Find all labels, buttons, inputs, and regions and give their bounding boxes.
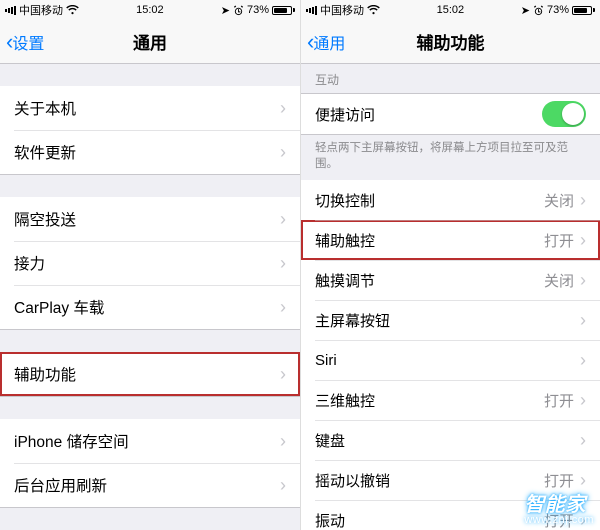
battery-pct: 73% xyxy=(547,4,569,16)
chevron-right-icon: › xyxy=(580,391,586,409)
battery-icon xyxy=(572,6,595,15)
battery-pct: 73% xyxy=(247,4,269,16)
cell-about[interactable]: 关于本机 › xyxy=(0,86,300,130)
back-label: 通用 xyxy=(313,30,345,54)
alarm-icon xyxy=(533,5,544,16)
nav-title: 通用 xyxy=(0,29,300,54)
carrier: 中国移动 xyxy=(320,2,364,18)
cell-switch-control[interactable]: 切换控制 关闭 › xyxy=(301,180,600,220)
chevron-right-icon: › xyxy=(580,351,586,369)
chevron-right-icon: › xyxy=(580,431,586,449)
chevron-right-icon: › xyxy=(280,432,286,450)
cell-software-update[interactable]: 软件更新 › xyxy=(0,130,300,174)
cell-accessibility[interactable]: 辅助功能 › xyxy=(0,352,300,396)
phone-left: 中国移动 15:02 ➤ 73% ‹ 设置 通用 关于本机 › xyxy=(0,0,300,530)
battery-icon xyxy=(272,6,295,15)
chevron-right-icon: › xyxy=(580,471,586,489)
cell-keyboard[interactable]: 键盘 › xyxy=(301,420,600,460)
cell-3d-touch[interactable]: 三维触控 打开 › xyxy=(301,380,600,420)
cell-vibration[interactable]: 振动 打开 › xyxy=(301,500,600,530)
status-bar: 中国移动 15:02 ➤ 73% xyxy=(0,0,300,20)
chevron-right-icon: › xyxy=(280,365,286,383)
chevron-right-icon: › xyxy=(280,476,286,494)
nav-title: 辅助功能 xyxy=(301,29,600,54)
chevron-right-icon: › xyxy=(580,271,586,289)
chevron-right-icon: › xyxy=(280,254,286,272)
back-button[interactable]: ‹ 设置 xyxy=(6,30,44,54)
carrier: 中国移动 xyxy=(19,2,63,18)
section-header-interaction: 互动 xyxy=(301,64,600,93)
status-time: 15:02 xyxy=(136,4,164,16)
chevron-right-icon: › xyxy=(280,143,286,161)
chevron-right-icon: › xyxy=(580,231,586,249)
content: 互动 便捷访问 轻点两下主屏幕按钮，将屏幕上方项目拉至可及范围。 切换控制 关闭… xyxy=(301,64,600,530)
cell-background-refresh[interactable]: 后台应用刷新 › xyxy=(0,463,300,507)
status-bar: 中国移动 15:02 ➤ 73% xyxy=(301,0,600,20)
toggle-switch[interactable] xyxy=(542,101,586,127)
cell-storage[interactable]: iPhone 储存空间 › xyxy=(0,419,300,463)
section-footer: 轻点两下主屏幕按钮，将屏幕上方项目拉至可及范围。 xyxy=(301,135,600,180)
back-button[interactable]: ‹ 通用 xyxy=(307,30,345,54)
cell-home-button[interactable]: 主屏幕按钮 › xyxy=(301,300,600,340)
alarm-icon xyxy=(233,5,244,16)
chevron-right-icon: › xyxy=(280,298,286,316)
signal-icon xyxy=(306,6,317,15)
group-interaction: 切换控制 关闭 › 辅助触控 打开 › 触摸调节 关闭 › 主屏幕按钮 › Si… xyxy=(301,180,600,530)
cell-airdrop[interactable]: 隔空投送 › xyxy=(0,197,300,241)
group-storage: iPhone 储存空间 › 后台应用刷新 › xyxy=(0,419,300,508)
cell-siri[interactable]: Siri › xyxy=(301,340,600,380)
group-about: 关于本机 › 软件更新 › xyxy=(0,86,300,175)
group-connectivity: 隔空投送 › 接力 › CarPlay 车载 › xyxy=(0,197,300,330)
locate-icon: ➤ xyxy=(221,4,230,17)
status-time: 15:02 xyxy=(437,4,465,16)
chevron-right-icon: › xyxy=(580,191,586,209)
back-label: 设置 xyxy=(12,30,44,54)
group-accessibility: 辅助功能 › xyxy=(0,352,300,397)
wifi-icon xyxy=(367,5,380,15)
chevron-right-icon: › xyxy=(580,511,586,529)
cell-carplay[interactable]: CarPlay 车载 › xyxy=(0,285,300,329)
nav-bar: ‹ 设置 通用 xyxy=(0,20,300,64)
content: 关于本机 › 软件更新 › 隔空投送 › 接力 › CarPlay 车载 › xyxy=(0,64,300,530)
chevron-right-icon: › xyxy=(280,210,286,228)
chevron-right-icon: › xyxy=(280,99,286,117)
cell-assistive-touch[interactable]: 辅助触控 打开 › xyxy=(301,220,600,260)
wifi-icon xyxy=(66,5,79,15)
cell-quick-access[interactable]: 便捷访问 xyxy=(301,94,600,134)
cell-handoff[interactable]: 接力 › xyxy=(0,241,300,285)
chevron-right-icon: › xyxy=(580,311,586,329)
locate-icon: ➤ xyxy=(521,4,530,17)
nav-bar: ‹ 通用 辅助功能 xyxy=(301,20,600,64)
phone-right: 中国移动 15:02 ➤ 73% ‹ 通用 辅助功能 互动 便捷访问 xyxy=(300,0,600,530)
cell-touch-accommodations[interactable]: 触摸调节 关闭 › xyxy=(301,260,600,300)
cell-shake-undo[interactable]: 摇动以撤销 打开 › xyxy=(301,460,600,500)
signal-icon xyxy=(5,6,16,15)
